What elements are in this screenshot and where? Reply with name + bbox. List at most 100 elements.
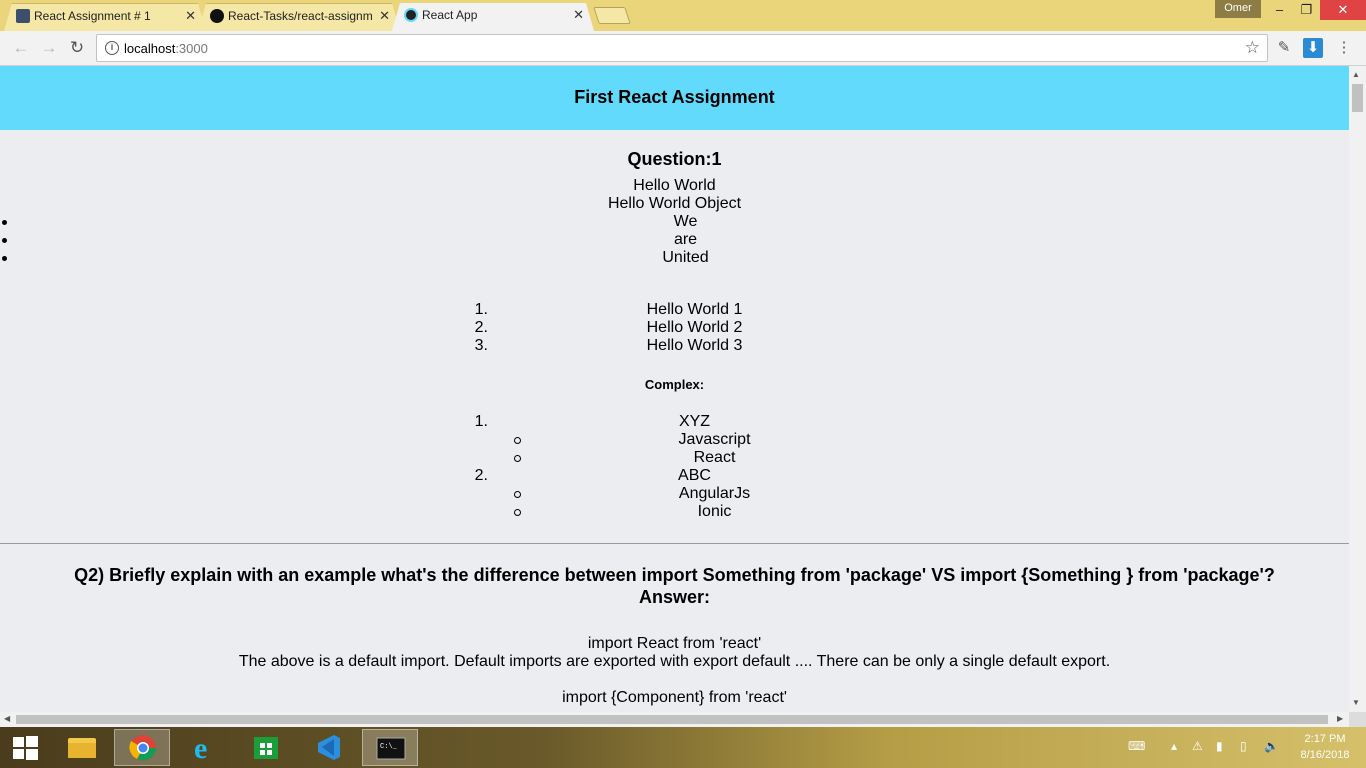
ordered-list-item: 2. Hello World 2 — [0, 319, 1349, 337]
scroll-thumb[interactable] — [16, 715, 1328, 724]
network-error-icon[interactable]: ⚠ — [1192, 739, 1203, 753]
list-text: React — [693, 449, 736, 466]
question-2-title: Q2) Briefly explain with an example what… — [74, 565, 1275, 585]
vertical-scrollbar[interactable]: ▲ ▼ — [1349, 66, 1366, 712]
tab-react-app[interactable]: React App ✕ — [392, 3, 594, 31]
scroll-right-icon[interactable]: ▶ — [1337, 714, 1343, 723]
question-1-section: Question:1 Hello World Hello World Objec… — [0, 149, 1349, 521]
address-bar[interactable]: i localhost:3000 ☆ — [96, 34, 1268, 62]
scroll-down-icon[interactable]: ▼ — [1352, 698, 1360, 707]
browser-toolbar: ← → ↻ i localhost:3000 ☆ ✎ ⬇ ⋮ — [0, 31, 1366, 66]
nested-list-item: React — [0, 449, 1349, 467]
close-icon[interactable]: ✕ — [379, 4, 390, 28]
list-text: XYZ — [678, 413, 711, 430]
scrollbar-corner — [1349, 712, 1366, 727]
ordered-list-item: 1. Hello World 1 — [0, 301, 1349, 319]
list-text: Hello World 3 — [646, 337, 743, 354]
tab-title: React App — [422, 8, 478, 22]
reload-icon[interactable]: ↻ — [66, 37, 88, 59]
page-viewport: First React Assignment Question:1 Hello … — [0, 66, 1349, 712]
question-1-title: Question:1 — [627, 149, 722, 169]
system-clock[interactable]: 2:17 PM 8/16/2018 — [1290, 731, 1360, 763]
github-icon — [210, 9, 224, 23]
url-text: localhost:3000 — [124, 41, 208, 56]
keyboard-icon[interactable]: ⌨ — [1128, 739, 1145, 753]
list-item: are — [2, 231, 1349, 249]
restore-button[interactable]: ❐ — [1293, 0, 1320, 20]
windows-logo-icon — [13, 736, 38, 760]
question-2-section: Q2) Briefly explain with an example what… — [0, 564, 1349, 608]
circle-bullet-icon — [514, 509, 521, 516]
signal-icon[interactable]: ▮ — [1216, 739, 1223, 753]
ordered-list-item: 1. XYZ — [0, 413, 1349, 431]
nested-list-item: Javascript — [0, 431, 1349, 449]
list-text: Javascript — [678, 431, 751, 448]
browser-titlebar: React Assignment # 1 ✕ React-Tasks/react… — [0, 0, 1366, 31]
list-text: Ionic — [697, 503, 732, 520]
list-item: We — [2, 213, 1349, 231]
list-text: Hello World 1 — [646, 301, 743, 318]
tab-title: React-Tasks/react-assignm — [228, 9, 373, 23]
start-button[interactable] — [0, 727, 50, 768]
windows-taskbar: e C:\_ ⌨ ▴ ⚠ ▮ ▯ 🔈 2:17 PM 8/16/2018 — [0, 727, 1366, 768]
hello-world-object-text: Hello World Object — [607, 195, 742, 212]
file-explorer-icon[interactable] — [54, 729, 110, 766]
chrome-icon[interactable] — [114, 729, 170, 766]
scroll-thumb[interactable] — [1352, 84, 1363, 112]
list-number: 2. — [474, 467, 488, 484]
command-prompt-icon[interactable]: C:\_ — [362, 729, 418, 766]
clock-date: 8/16/2018 — [1300, 749, 1350, 761]
tab-github-repo[interactable]: React-Tasks/react-assignm ✕ — [198, 3, 400, 31]
tab-title: React Assignment # 1 — [34, 9, 151, 23]
list-number: 2. — [474, 319, 488, 336]
battery-icon[interactable]: ▯ — [1240, 739, 1247, 753]
circle-bullet-icon — [514, 491, 521, 498]
ordered-list-item: 3. Hello World 3 — [0, 337, 1349, 355]
clock-time: 2:17 PM — [1304, 733, 1346, 745]
list-number: 1. — [474, 301, 488, 318]
menu-icon[interactable]: ⋮ — [1334, 38, 1354, 58]
ordered-list-item: 2. ABC — [0, 467, 1349, 485]
section-divider — [0, 543, 1349, 544]
tab-react-assignment[interactable]: React Assignment # 1 ✕ — [4, 3, 206, 31]
hello-world-text: Hello World — [633, 177, 716, 194]
answer-label: Answer: — [638, 587, 710, 607]
minimize-button[interactable]: – — [1266, 0, 1293, 20]
list-text: AngularJs — [678, 485, 751, 502]
eyedropper-extension-icon[interactable]: ✎ — [1274, 38, 1294, 58]
scroll-up-icon[interactable]: ▲ — [1352, 70, 1360, 79]
bookmark-star-icon[interactable]: ☆ — [1245, 38, 1260, 58]
info-icon[interactable]: i — [105, 41, 119, 55]
vscode-icon[interactable] — [300, 729, 356, 766]
volume-icon[interactable]: 🔈 — [1264, 739, 1279, 753]
react-logo-icon — [404, 8, 418, 22]
list-text: Hello World 2 — [646, 319, 743, 336]
forward-icon[interactable]: → — [38, 37, 60, 59]
internet-explorer-icon[interactable]: e — [177, 729, 233, 766]
new-tab-button[interactable] — [593, 7, 631, 24]
store-icon[interactable] — [238, 729, 294, 766]
svg-text:e: e — [194, 732, 207, 765]
list-item: United — [2, 249, 1349, 267]
svg-text:C:\_: C:\_ — [380, 743, 398, 751]
contact-card-icon — [16, 9, 30, 23]
download-extension-icon[interactable]: ⬇ — [1303, 38, 1323, 58]
nested-list-item: Ionic — [0, 503, 1349, 521]
list-number: 1. — [474, 413, 488, 430]
answer-line: import React from 'react' — [587, 635, 762, 652]
show-hidden-icons-icon[interactable]: ▴ — [1171, 739, 1177, 753]
list-text: ABC — [678, 467, 711, 484]
back-icon[interactable]: ← — [10, 37, 32, 59]
scroll-left-icon[interactable]: ◀ — [4, 714, 10, 723]
close-icon[interactable]: ✕ — [185, 4, 196, 28]
list-number: 3. — [474, 337, 488, 354]
answer-line: The above is a default import. Default i… — [238, 653, 1111, 670]
answer-line: import {Component} from 'react' — [562, 689, 787, 706]
circle-bullet-icon — [514, 455, 521, 462]
close-icon[interactable]: ✕ — [573, 3, 584, 27]
horizontal-scrollbar[interactable]: ◀ ▶ — [0, 712, 1349, 727]
close-window-button[interactable]: ✕ — [1320, 0, 1366, 20]
profile-button[interactable]: Omer — [1215, 0, 1261, 18]
app-header: First React Assignment — [0, 66, 1349, 130]
circle-bullet-icon — [514, 437, 521, 444]
